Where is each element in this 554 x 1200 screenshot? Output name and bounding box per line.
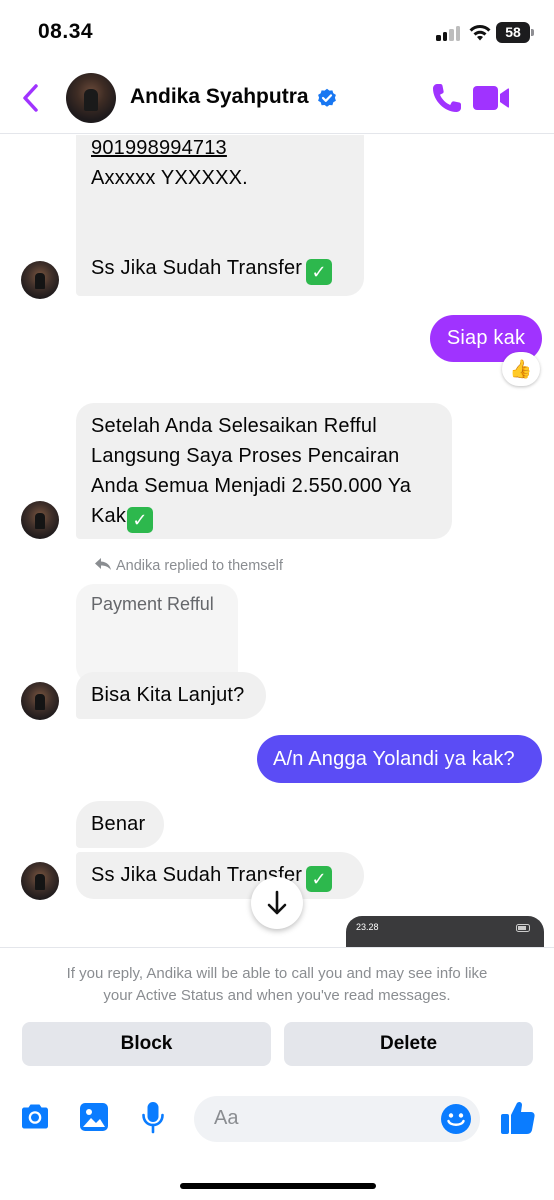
reply-arrow-icon [95, 558, 111, 570]
attachment-time: 23.28 [356, 922, 379, 932]
message-line: Setelah Anda Selesaikan Refful [91, 415, 377, 437]
image-attachment[interactable]: 23.28 [346, 916, 544, 947]
emoji-icon[interactable] [440, 1103, 472, 1135]
message-request-notice: If you reply, Andika will be able to cal… [0, 947, 554, 1022]
chat-header: Andika Syahputra [0, 66, 554, 134]
message-bubble-incoming[interactable]: Bisa Kita Lanjut? [76, 672, 266, 719]
message-bubble-outgoing[interactable]: A/n Angga Yolandi ya kak? [257, 735, 542, 783]
camera-icon[interactable] [18, 1100, 52, 1134]
sender-avatar[interactable] [21, 682, 59, 720]
message-text: Bisa Kita Lanjut? [91, 684, 245, 706]
sender-avatar[interactable] [21, 261, 59, 299]
message-line: Anda Semua Menjadi 2.550.000 Ya [91, 475, 412, 497]
sender-avatar[interactable] [21, 501, 59, 539]
microphone-icon[interactable] [136, 1100, 170, 1134]
status-time: 08.34 [38, 20, 94, 43]
arrow-down-icon [267, 890, 287, 915]
message-text: Benar [91, 813, 146, 835]
battery-icon [516, 924, 530, 932]
back-arrow-icon[interactable] [16, 80, 48, 116]
home-indicator [180, 1183, 376, 1189]
thumbs-up-icon[interactable] [498, 1098, 538, 1138]
thumbs-up-reaction[interactable]: 👍 [502, 352, 540, 386]
battery-icon: 58 [496, 22, 534, 43]
message-bubble-incoming[interactable]: Benar [76, 801, 164, 848]
check-mark-icon: ✓ [127, 507, 154, 533]
message-bubble-incoming[interactable]: Setelah Anda Selesaikan Refful Langsung … [76, 403, 452, 539]
wifi-icon [469, 25, 491, 41]
scroll-to-bottom-button[interactable] [251, 877, 303, 929]
block-button[interactable]: Block [22, 1022, 271, 1066]
message-line: Langsung Saya Proses Pencairan [91, 445, 400, 467]
reply-context-label: Andika replied to themself [94, 557, 283, 574]
quoted-message[interactable]: Payment Refful [76, 584, 238, 684]
delete-button[interactable]: Delete [284, 1022, 533, 1066]
check-mark-icon: ✓ [306, 866, 333, 892]
message-bubble-incoming[interactable]: Ss Jika Sudah Transfer ✓ [76, 852, 364, 899]
message-bubble-incoming[interactable]: ··· ·· 901998994713 Axxxxx YXXXXX. Ss Ji… [76, 135, 364, 296]
sender-avatar[interactable] [21, 862, 59, 900]
status-bar: 08.34 58 [0, 0, 554, 66]
contact-avatar[interactable] [66, 73, 116, 123]
phone-call-icon[interactable] [430, 81, 464, 115]
message-text: Ss Jika Sudah Transfer [91, 257, 303, 279]
contact-name[interactable]: Andika Syahputra [130, 85, 309, 109]
account-name: Axxxxx YXXXXX. [91, 167, 248, 189]
account-number[interactable]: 901998994713 [91, 135, 349, 163]
verified-badge-icon [318, 88, 336, 107]
check-mark-icon: ✓ [306, 259, 333, 285]
gallery-icon[interactable] [77, 1100, 111, 1134]
message-text: Siap kak [446, 327, 526, 349]
notice-line: your Active Status and when you've read … [103, 987, 451, 1004]
message-list[interactable]: ··· ·· 901998994713 Axxxxx YXXXXX. Ss Ji… [0, 135, 554, 947]
notice-line: If you reply, Andika will be able to cal… [66, 965, 488, 982]
quoted-text: Payment Refful [91, 594, 214, 614]
message-text: A/n Angga Yolandi ya kak? [273, 748, 515, 770]
video-call-icon[interactable] [472, 83, 510, 113]
reply-context-text: Andika replied to themself [116, 558, 283, 574]
cellular-signal-icon [436, 25, 462, 41]
message-input[interactable]: Aa [194, 1096, 480, 1142]
battery-level: 58 [496, 22, 530, 43]
message-input-placeholder: Aa [214, 1107, 239, 1129]
message-line: Kak [91, 505, 127, 527]
